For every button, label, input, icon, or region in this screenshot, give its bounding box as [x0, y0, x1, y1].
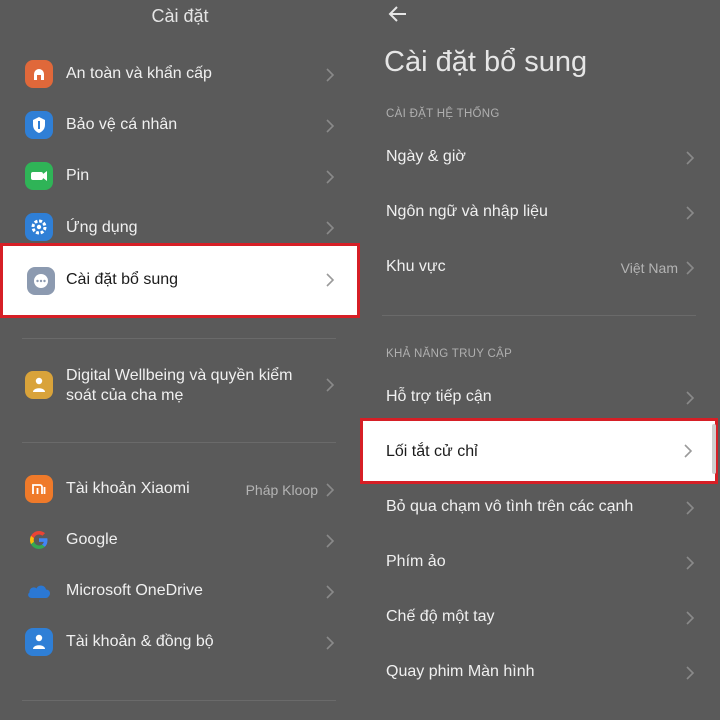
region-value: Việt Nam	[620, 260, 678, 276]
setting-region[interactable]: Khu vực Việt Nam	[360, 248, 720, 288]
settings-item-emergency[interactable]: An toàn và khẩn cấp	[0, 60, 360, 90]
page-title: Cài đặt bổ sung	[384, 46, 588, 78]
settings-item-label: Pin	[66, 167, 90, 184]
chevron-right-icon	[682, 443, 694, 459]
chevron-right-icon	[684, 150, 696, 166]
divider	[22, 442, 336, 443]
scrollbar[interactable]	[712, 424, 716, 474]
divider	[382, 315, 696, 316]
settings-item-onedrive[interactable]: Microsoft OneDrive	[0, 577, 360, 607]
account-sync-icon	[25, 628, 53, 656]
privacy-shield-icon	[25, 111, 53, 139]
wellbeing-icon	[25, 371, 53, 399]
setting-date-time[interactable]: Ngày & giờ	[360, 138, 720, 178]
additional-settings-panel: Cài đặt bổ sung CÀI ĐẶT HỆ THỐNG Ngày & …	[360, 0, 720, 720]
chevron-right-icon	[324, 67, 336, 83]
more-dots-icon	[27, 267, 55, 295]
settings-item-label: Cài đặt bổ sung	[66, 271, 179, 288]
chevron-right-icon	[324, 584, 336, 600]
setting-gesture-shortcuts[interactable]: Lối tắt cử chỉ	[360, 418, 718, 484]
chevron-right-icon	[684, 260, 696, 276]
setting-edge-touch[interactable]: Bỏ qua chạm vô tình trên các cạnh	[360, 488, 720, 528]
back-arrow-icon[interactable]	[386, 2, 410, 26]
chevron-right-icon	[324, 635, 336, 651]
settings-item-xiaomi-account[interactable]: Tài khoản Xiaomi Pháp Kloop	[0, 475, 360, 505]
setting-label: Ngày & giờ	[386, 148, 466, 165]
settings-item-label: Google	[66, 531, 118, 548]
section-header-accessibility: KHẢ NĂNG TRUY CẬP	[386, 348, 513, 360]
setting-language-input[interactable]: Ngôn ngữ và nhập liệu	[360, 193, 720, 233]
chevron-right-icon	[684, 610, 696, 626]
google-icon	[25, 526, 53, 554]
battery-icon	[25, 162, 53, 190]
chevron-right-icon	[324, 220, 336, 236]
chevron-right-icon	[684, 390, 696, 406]
setting-one-handed-mode[interactable]: Chế độ một tay	[360, 598, 720, 638]
setting-screen-recorder[interactable]: Quay phim Màn hình	[360, 653, 720, 693]
settings-item-apps[interactable]: Ứng dụng	[0, 213, 360, 243]
settings-item-label: Digital Wellbeing và quyền kiểm soát của…	[66, 367, 293, 404]
divider	[22, 338, 336, 339]
settings-item-label: Tài khoản & đồng bộ	[66, 633, 214, 650]
setting-accessibility[interactable]: Hỗ trợ tiếp cận	[360, 378, 720, 418]
chevron-right-icon	[684, 555, 696, 571]
settings-item-label: An toàn và khẩn cấp	[66, 65, 212, 82]
chevron-right-icon	[684, 665, 696, 681]
setting-virtual-keys[interactable]: Phím ảo	[360, 543, 720, 583]
setting-label: Ngôn ngữ và nhập liệu	[386, 203, 548, 220]
settings-item-label: Bảo vệ cá nhân	[66, 116, 178, 133]
settings-item-label: Ứng dụng	[66, 219, 138, 236]
settings-item-privacy[interactable]: Bảo vệ cá nhân	[0, 111, 360, 141]
settings-item-label: Microsoft OneDrive	[66, 582, 203, 599]
settings-item-battery[interactable]: Pin	[0, 162, 360, 192]
onedrive-cloud-icon	[25, 577, 53, 605]
settings-item-additional-settings[interactable]: Cài đặt bổ sung	[0, 243, 360, 318]
chevron-right-icon	[324, 118, 336, 134]
settings-item-account-sync[interactable]: Tài khoản & đồng bộ	[0, 628, 360, 658]
setting-label: Bỏ qua chạm vô tình trên các cạnh	[386, 498, 634, 515]
settings-item-digital-wellbeing[interactable]: Digital Wellbeing và quyền kiểm soát của…	[0, 366, 360, 406]
setting-label: Quay phim Màn hình	[386, 663, 535, 680]
account-name-value: Pháp Kloop	[245, 482, 318, 498]
setting-label: Phím ảo	[386, 553, 446, 570]
chevron-right-icon	[324, 482, 336, 498]
page-title: Cài đặt	[151, 6, 209, 26]
section-header-system: CÀI ĐẶT HỆ THỐNG	[386, 108, 500, 120]
chevron-right-icon	[324, 272, 336, 288]
setting-label: Hỗ trợ tiếp cận	[386, 388, 492, 405]
settings-panel: Cài đặt An toàn và khẩn cấp Bảo vệ cá nh…	[0, 0, 360, 720]
setting-label: Khu vực	[386, 258, 446, 275]
emergency-icon	[25, 60, 53, 88]
chevron-right-icon	[684, 500, 696, 516]
setting-label: Lối tắt cử chỉ	[386, 443, 478, 460]
chevron-right-icon	[324, 377, 336, 393]
xiaomi-mi-icon	[25, 475, 53, 503]
settings-item-label: Tài khoản Xiaomi	[66, 480, 190, 497]
gear-icon	[25, 213, 53, 241]
chevron-right-icon	[324, 169, 336, 185]
chevron-right-icon	[324, 533, 336, 549]
setting-label: Chế độ một tay	[386, 608, 495, 625]
divider	[22, 700, 336, 701]
settings-item-google[interactable]: Google	[0, 526, 360, 556]
chevron-right-icon	[684, 205, 696, 221]
